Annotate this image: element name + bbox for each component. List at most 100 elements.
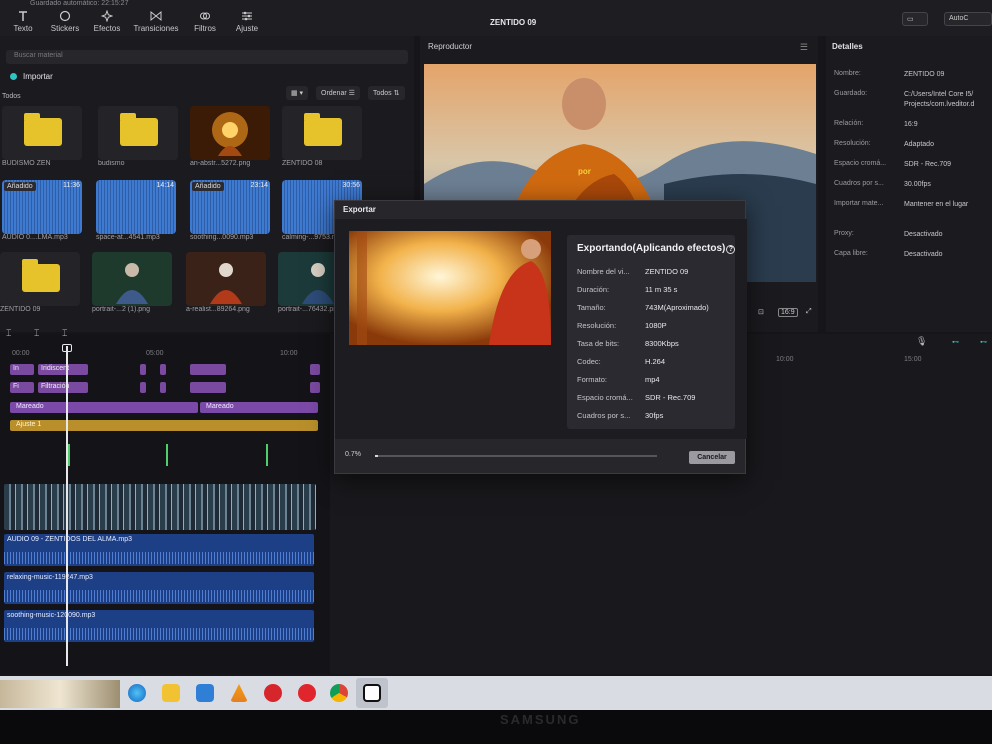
filter-clip[interactable]	[190, 382, 226, 393]
search-placeholder: Buscar material	[14, 52, 63, 59]
grid-icon: ▦ ▾	[291, 90, 304, 97]
opera-icon[interactable]	[298, 684, 316, 702]
media-item-image[interactable]	[190, 106, 270, 160]
filter-clip[interactable]	[140, 382, 146, 393]
media-item-image[interactable]	[92, 252, 172, 306]
file-explorer-icon[interactable]	[162, 684, 180, 702]
export-preview	[349, 231, 551, 345]
info-value: 30fps	[645, 411, 664, 420]
mail-icon[interactable]	[196, 684, 214, 702]
tool-stickers[interactable]: Stickers	[48, 10, 82, 33]
transition-icon	[150, 10, 162, 22]
tool-efectos[interactable]: Efectos	[90, 10, 124, 33]
tool-filtros[interactable]: Filtros	[188, 10, 222, 33]
effect-bar[interactable]: Mareado	[200, 402, 318, 413]
ruler-mark: 15:00	[904, 356, 922, 363]
monitor-brand: SAMSUNG	[500, 712, 581, 727]
ratio-label: 16:9	[781, 309, 795, 316]
media-item-name: ZENTIDO 09	[0, 306, 41, 313]
clip-label: Mareado	[16, 403, 44, 410]
taskbar-preview-thumbnail[interactable]	[0, 680, 120, 708]
fullscreen-crop-icon[interactable]: ⊡	[758, 308, 764, 316]
detail-key: Relación:	[834, 120, 864, 127]
tool-texto[interactable]: Texto	[6, 10, 40, 33]
cancel-button[interactable]: Cancelar	[689, 451, 735, 464]
top-toolbar: Guardado automático: 22:15:27 Texto Stic…	[0, 0, 992, 36]
details-panel: Detalles Nombre: ZENTIDO 09 Guardado: C:/U…	[826, 36, 992, 332]
chrome-icon[interactable]	[330, 684, 348, 702]
effect-clip[interactable]: Iridiscent	[38, 364, 88, 375]
trim-left-icon[interactable]: ⌶	[34, 328, 39, 339]
filter-sort-icon: ⇅	[393, 90, 400, 97]
media-item-folder[interactable]	[2, 106, 82, 160]
filter-clip[interactable]	[160, 382, 166, 393]
text-icon	[19, 11, 27, 21]
audio-track-clip[interactable]: AUDIO 09 - ZENTIDOS DEL ALMA.mp3	[4, 534, 314, 566]
tool-label: Stickers	[50, 24, 80, 33]
link-icon[interactable]: ⊷	[952, 338, 959, 346]
media-item-audio[interactable]: 14:14	[96, 180, 176, 234]
tool-tabs: Texto Stickers Efectos Transiciones Filt…	[6, 10, 264, 33]
effect-clip[interactable]	[190, 364, 226, 375]
import-button[interactable]: Importar	[10, 72, 53, 81]
media-item-folder[interactable]	[98, 106, 178, 160]
effect-clip[interactable]	[160, 364, 166, 375]
effect-clip[interactable]	[140, 364, 146, 375]
marker	[266, 444, 268, 466]
expand-icon[interactable]: ⤢	[806, 308, 812, 316]
search-input[interactable]: Buscar material	[6, 50, 408, 64]
media-item-image[interactable]	[186, 252, 266, 306]
sort-button[interactable]: Ordenar ☰	[316, 86, 360, 100]
media-item-audio[interactable]: Añadido 23:14	[190, 180, 270, 234]
effect-clip[interactable]: In	[10, 364, 34, 375]
capcut-icon[interactable]	[363, 684, 381, 702]
microphone-icon[interactable]: 🎙	[916, 336, 927, 347]
info-value: 8300Kbps	[645, 339, 679, 348]
added-badge: Añadido	[4, 182, 36, 191]
tool-transiciones[interactable]: Transiciones	[132, 10, 180, 33]
vlc-icon[interactable]	[230, 684, 248, 702]
duration: 11:36	[63, 182, 80, 189]
media-item-audio[interactable]: Añadido 11:36	[2, 180, 82, 234]
filter-button[interactable]: Todos ⇅	[368, 86, 405, 100]
media-item-name: BUDISMO ZEN	[2, 160, 51, 167]
info-key: Tamaño:	[577, 303, 606, 312]
magnet-icon[interactable]: ⊷	[980, 338, 987, 346]
menu-icon[interactable]: ☰	[800, 42, 808, 53]
export-heading: Exportando(Aplicando efectos)?	[577, 243, 736, 254]
info-key: Nombre del vi...	[577, 267, 630, 276]
trim-right-icon[interactable]: ⌶	[62, 328, 67, 339]
info-icon[interactable]: ?	[726, 245, 736, 254]
folder-icon	[120, 113, 158, 146]
ratio-button[interactable]: 16:9	[778, 308, 798, 317]
playhead[interactable]	[66, 346, 68, 666]
plus-icon	[10, 73, 17, 80]
clip-label: Iridiscent	[41, 365, 70, 372]
layout-button[interactable]: ▭	[902, 12, 928, 26]
filter-clip[interactable]: Filtración	[38, 382, 88, 393]
tool-ajuste[interactable]: Ajuste	[230, 10, 264, 33]
media-item-folder[interactable]	[282, 106, 362, 160]
duration: 23:14	[250, 182, 268, 189]
dialog-title: Exportar	[343, 205, 376, 214]
audio-track-clip[interactable]: relaxing-music-119247.mp3	[4, 572, 314, 604]
adjustment-bar[interactable]: Ajuste 1	[10, 420, 318, 431]
edge-icon[interactable]	[128, 684, 146, 702]
waveform	[4, 590, 314, 602]
media-item-folder[interactable]	[0, 252, 80, 306]
auto-caption-button[interactable]: AutoC	[944, 12, 992, 26]
split-icon[interactable]: ⌶	[6, 328, 11, 339]
filter-clip[interactable]	[310, 382, 320, 393]
audio-track-clip[interactable]: soothing-music-120090.mp3	[4, 610, 314, 642]
effect-clip[interactable]	[310, 364, 320, 375]
save-status: Guardado automático: 22:15:27	[30, 0, 129, 7]
view-toggle[interactable]: ▦ ▾	[286, 86, 309, 100]
waveform	[4, 628, 314, 640]
duration: 30:56	[342, 182, 360, 189]
effect-bar[interactable]: Mareado	[10, 402, 198, 413]
ruler-mark: 10:00	[280, 350, 298, 357]
video-track-clip[interactable]	[4, 484, 316, 530]
app-red-icon[interactable]	[264, 684, 282, 702]
tool-label: Transiciones	[133, 24, 179, 33]
filter-clip[interactable]: Fi	[10, 382, 34, 393]
